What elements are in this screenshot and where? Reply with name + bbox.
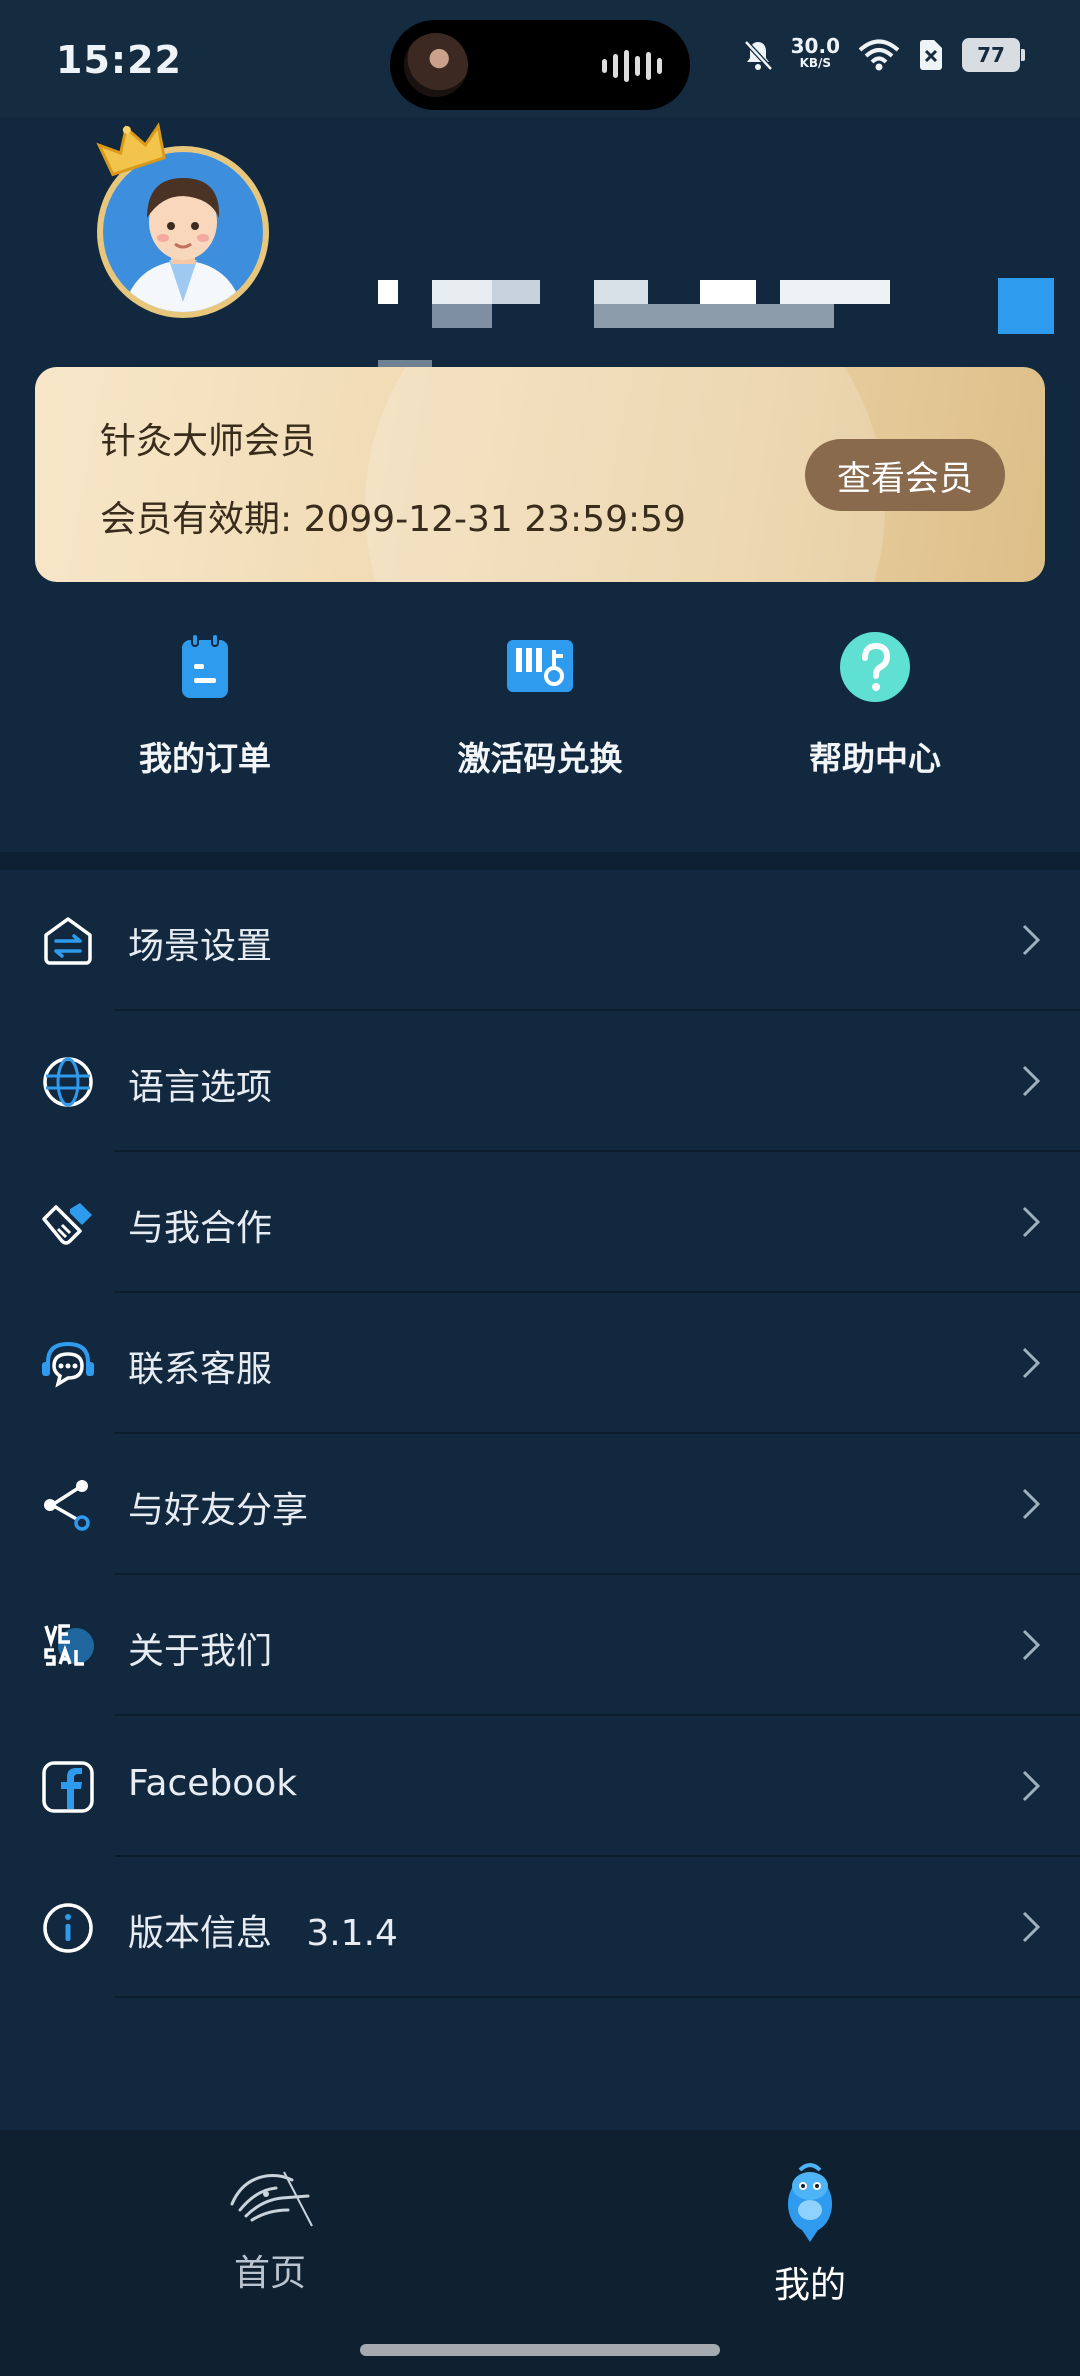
share-icon [44, 1480, 90, 1531]
menu-item-share[interactable]: 与好友分享 [0, 1434, 1080, 1575]
menu-label: 语言选项 [128, 1067, 273, 1108]
bell-muted-icon [743, 40, 773, 71]
chevron-right-icon [1022, 1770, 1041, 1802]
quick-action-label: 激活码兑换 [457, 739, 623, 778]
menu-item-language[interactable]: 语言选项 [0, 1011, 1080, 1152]
handshake-icon [42, 1203, 92, 1245]
chevron-right-icon [1022, 1488, 1041, 1520]
menu-label: 联系客服 [128, 1349, 273, 1390]
mascot-icon [788, 2163, 832, 2242]
quick-action-label: 帮助中心 [809, 739, 941, 778]
menu-label: 场景设置 [128, 926, 273, 967]
chevron-right-icon [1022, 924, 1041, 956]
media-thumbnail [404, 33, 468, 97]
menu-item-version[interactable]: 版本信息 3.1.4 [0, 1857, 1080, 1998]
wifi-icon [858, 39, 900, 71]
acupuncture-hand-icon [230, 2171, 313, 2227]
settings-menu: 场景设置 语言选项 与我合作 联系客服 与好友分享 关于我们 Facebook … [0, 870, 1080, 1998]
quick-action-orders[interactable]: 我的订单 [55, 630, 355, 780]
dynamic-island[interactable] [390, 20, 690, 110]
tab-home[interactable]: 首页 [140, 2160, 400, 2296]
activation-code-icon [507, 640, 573, 692]
net-speed: 30.0 KB/S [791, 36, 840, 72]
tab-mine[interactable]: 我的 [680, 2160, 940, 2308]
order-clipboard-icon [182, 633, 228, 698]
chevron-right-icon [1022, 1911, 1041, 1943]
battery-icon: 77 [962, 38, 1025, 72]
menu-label: 版本信息 3.1.4 [128, 1913, 398, 1954]
menu-label: 与好友分享 [128, 1490, 309, 1531]
menu-item-cooperate[interactable]: 与我合作 [0, 1152, 1080, 1293]
tab-label: 首页 [233, 2253, 306, 2294]
quick-action-activation[interactable]: 激活码兑换 [390, 630, 690, 780]
menu-item-facebook[interactable]: Facebook [0, 1716, 1080, 1857]
menu-item-about-us[interactable]: 关于我们 [0, 1575, 1080, 1716]
menu-item-scene-settings[interactable]: 场景设置 [0, 870, 1080, 1011]
scene-house-icon [44, 917, 92, 965]
menu-item-customer-service[interactable]: 联系客服 [0, 1293, 1080, 1434]
status-time: 15:22 [56, 38, 182, 82]
tab-label: 我的 [773, 2265, 846, 2306]
menu-label: 关于我们 [128, 1631, 273, 1672]
headset-chat-icon [42, 1341, 94, 1388]
profile-header [0, 118, 1080, 440]
home-indicator[interactable] [360, 2344, 720, 2356]
chevron-right-icon [1022, 1347, 1041, 1379]
chevron-right-icon [1022, 1206, 1041, 1238]
vip-title: 针灸大师会员 [100, 421, 317, 462]
chevron-right-icon [1022, 1629, 1041, 1661]
view-membership-button[interactable]: 查看会员 [805, 439, 1005, 511]
help-question-icon [840, 632, 910, 702]
facebook-icon [42, 1761, 94, 1813]
vip-expiry: 会员有效期: 2099-12-31 23:59:59 [100, 499, 686, 540]
quick-action-label: 我的订单 [139, 739, 271, 778]
vip-membership-card[interactable]: 针灸大师会员 会员有效期: 2099-12-31 23:59:59 查看会员 [35, 367, 1045, 582]
quick-actions: 我的订单 激活码兑换 帮助中心 [0, 630, 1080, 810]
status-bar: 15:22 30.0 KB/S 77 [0, 0, 1080, 118]
section-divider [0, 852, 1080, 870]
quick-action-help[interactable]: 帮助中心 [725, 630, 1025, 780]
sim-off-icon [920, 40, 942, 70]
audio-wave-icon [602, 50, 662, 82]
bottom-tab-bar: 首页 我的 [0, 2130, 1080, 2376]
chevron-right-icon [1022, 1065, 1041, 1097]
menu-label: Facebook [128, 1763, 298, 1804]
menu-label: 与我合作 [128, 1208, 273, 1249]
status-icons: 30.0 KB/S 77 [743, 36, 1025, 72]
globe-icon [43, 1057, 93, 1107]
info-icon [43, 1903, 93, 1953]
vesal-logo-icon [44, 1624, 94, 1666]
menu-separator [115, 1996, 1080, 1998]
